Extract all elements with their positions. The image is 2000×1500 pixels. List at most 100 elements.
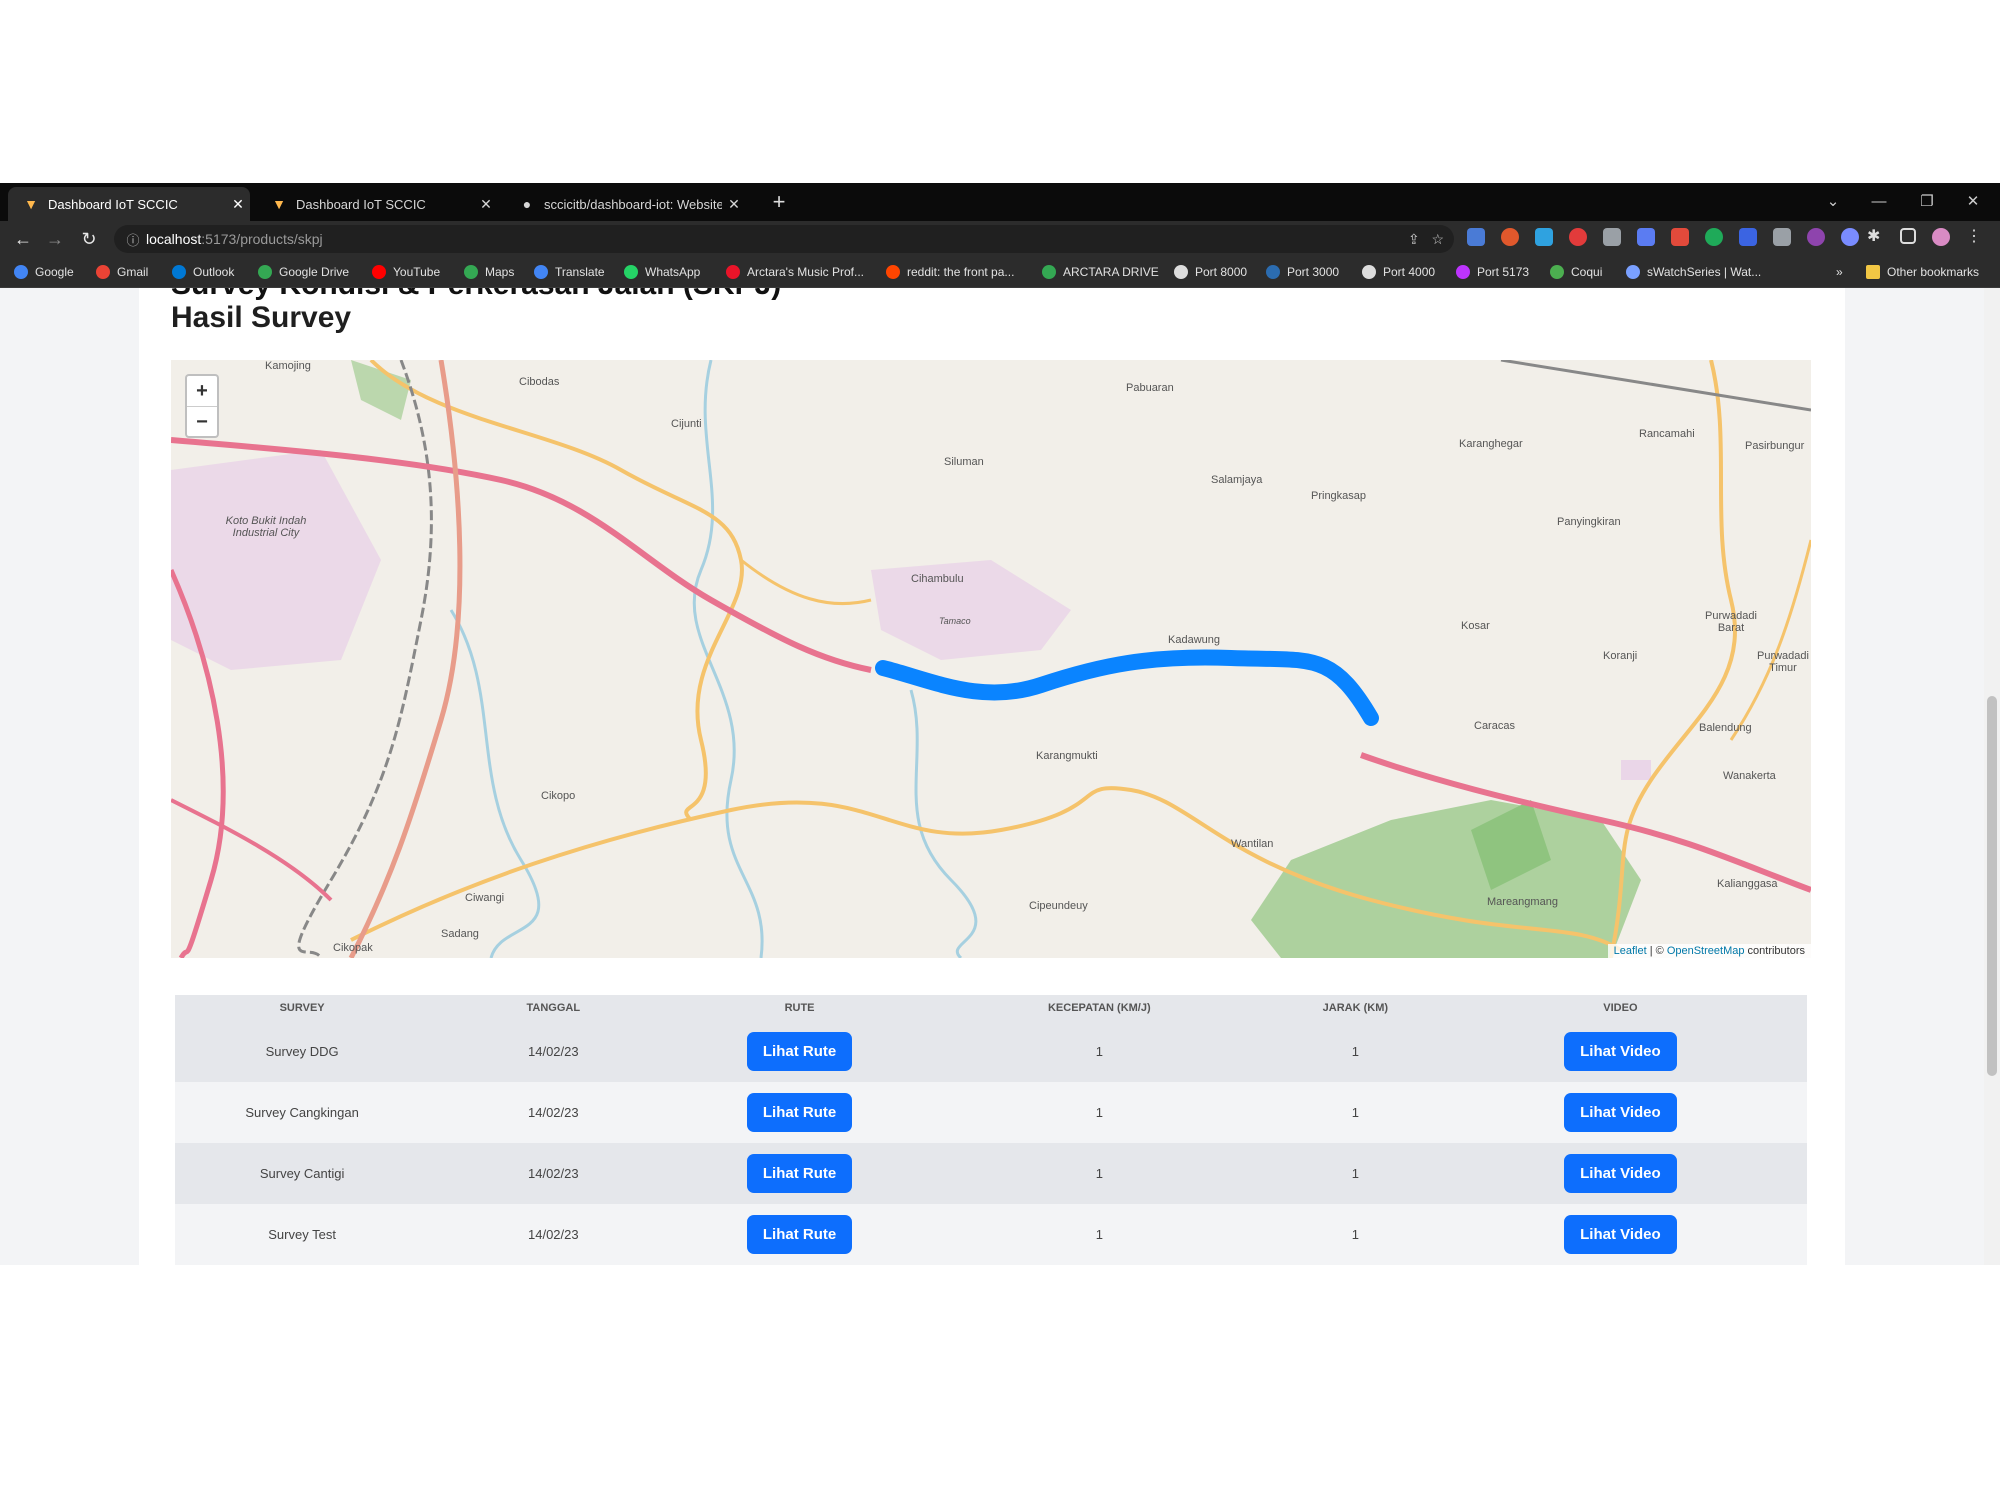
address-bar[interactable]: ⓘ localhost :5173/products/skpj ⇪ ☆ [114,225,1454,253]
tab-dashboard-2[interactable]: ▼ Dashboard IoT SCCIC ✕ [256,187,498,221]
lihat-rute-button[interactable]: Lihat Rute [746,1093,853,1132]
leaflet-link[interactable]: Leaflet [1614,945,1647,957]
google-drive-icon [1042,265,1056,279]
bookmark-google-drive[interactable]: Google Drive [258,262,349,282]
map-label: Panyingkiran [1557,516,1621,528]
extension-icon[interactable] [1671,228,1689,246]
music-icon [726,265,740,279]
cell-survey: Survey DDG [175,1021,430,1082]
column-header-jarak: Jarak (KM) [1276,995,1434,1021]
site-info-icon[interactable]: ⓘ [120,230,146,249]
coqui-icon [1550,265,1564,279]
cell-kecepatan: 1 [921,1143,1277,1204]
extension-icon[interactable] [1705,228,1723,246]
folder-icon [1866,265,1880,279]
cell-tanggal: 14/02/23 [429,1082,678,1143]
map-label: Wantilan [1231,838,1274,850]
map-label: Pabuaran [1126,382,1174,394]
lihat-rute-button[interactable]: Lihat Rute [746,1154,853,1193]
scrollbar-thumb[interactable] [1987,696,1997,1076]
tab-dashboard-1[interactable]: ▼ Dashboard IoT SCCIC ✕ [8,187,250,221]
bookmark-gmail[interactable]: Gmail [96,262,148,282]
globe-icon [1362,265,1376,279]
cell-video: Lihat Video [1433,1021,1807,1082]
zoom-in-button[interactable]: + [187,376,217,407]
lihat-video-button[interactable]: Lihat Video [1564,1093,1677,1132]
section-heading: Survey Kondisi & Perkerasan Jalan (SKPJ) [171,288,781,302]
share-and-star-icons[interactable]: ⇪ ☆ [1408,231,1444,248]
new-tab-button[interactable]: + [766,189,792,215]
window-close-icon[interactable]: ✕ [1958,189,1988,215]
extension-icon[interactable] [1807,228,1825,246]
map-label: Siluman [944,456,984,468]
extension-icon[interactable] [1637,228,1655,246]
bookmark-translate[interactable]: Translate [534,262,605,282]
bookmark-port-5173[interactable]: Port 5173 [1456,262,1529,282]
survey-table: Survey Tanggal Rute Kecepatan (KM/J) Jar… [175,995,1807,1265]
extension-icon[interactable] [1739,228,1757,246]
close-icon[interactable]: ✕ [722,196,746,213]
bookmark-label: reddit: the front pa... [907,265,1015,279]
menu-icon[interactable]: ⋮ [1966,226,1984,245]
map-label: Sadang [441,928,479,940]
bookmark-port-3000[interactable]: Port 3000 [1266,262,1339,282]
bookmark-arctara-drive[interactable]: ARCTARA DRIVE [1042,262,1159,282]
bookmark-google[interactable]: Google [14,262,74,282]
more-bookmarks-button[interactable]: » [1836,262,1843,282]
bookmark-reddit[interactable]: reddit: the front pa... [886,262,1014,282]
extension-icon[interactable] [1569,228,1587,246]
bookmark-coqui[interactable]: Coqui [1550,262,1602,282]
avatar[interactable] [1932,228,1950,246]
extension-icon[interactable] [1535,228,1553,246]
tab-search-icon[interactable]: ⌄ [1818,189,1848,215]
bookmark-youtube[interactable]: YouTube [372,262,440,282]
bookmark-label: YouTube [393,265,441,279]
side-panel-icon[interactable] [1900,228,1916,244]
puzzle-icon[interactable]: ✱ [1867,226,1885,245]
lihat-video-button[interactable]: Lihat Video [1564,1215,1677,1254]
tab-github[interactable]: ● sccicitb/dashboard-iot: Website ✕ [504,187,746,221]
bookmark-label: Port 4000 [1383,265,1436,279]
bookmark-label: Other bookmarks [1887,265,1980,279]
lihat-video-button[interactable]: Lihat Video [1564,1154,1677,1193]
route-map[interactable]: Kamojing Cibodas Cijunti Pabuaran Siluma… [171,360,1811,958]
extension-icon[interactable] [1603,228,1621,246]
reload-icon[interactable]: ↻ [76,226,102,252]
minimize-icon[interactable]: — [1864,189,1894,215]
openstreetmap-link[interactable]: OpenStreetMap [1667,945,1745,957]
extension-icon[interactable] [1467,228,1485,246]
zoom-out-button[interactable]: − [187,407,217,437]
map-label: Pasirbungur [1745,440,1805,452]
extension-icon[interactable] [1773,228,1791,246]
bookmark-outlook[interactable]: Outlook [172,262,234,282]
lihat-video-button[interactable]: Lihat Video [1564,1032,1677,1071]
map-label: Cikopo [541,790,576,802]
extension-icon[interactable] [1501,228,1519,246]
cell-kecepatan: 1 [921,1082,1277,1143]
tab-title: sccicitb/dashboard-iot: Website [544,196,722,212]
map-label: Kalianggasa [1717,878,1778,890]
bookmark-label: sWatchSeries | Wat... [1647,265,1762,279]
forward-arrow-icon[interactable]: → [42,226,68,252]
map-tiles [171,360,1811,958]
github-icon: ● [522,196,532,212]
restore-icon[interactable]: ❐ [1912,189,1942,215]
bookmark-maps[interactable]: Maps [464,262,514,282]
map-label: Rancamahi [1639,428,1695,440]
bookmark-port-4000[interactable]: Port 4000 [1362,262,1435,282]
bookmark-swatchseries[interactable]: sWatchSeries | Wat... [1626,262,1761,282]
close-icon[interactable]: ✕ [226,196,250,213]
close-icon[interactable]: ✕ [474,196,498,213]
bookmark-port-8000[interactable]: Port 8000 [1174,262,1247,282]
back-arrow-icon[interactable]: ← [10,226,36,252]
extension-icon[interactable] [1841,228,1859,246]
cell-jarak: 1 [1276,1082,1434,1143]
other-bookmarks[interactable]: Other bookmarks [1866,262,1979,282]
bookmark-music[interactable]: Arctara's Music Prof... [726,262,864,282]
lihat-rute-button[interactable]: Lihat Rute [746,1032,853,1071]
cell-kecepatan: 1 [921,1204,1277,1265]
lihat-rute-button[interactable]: Lihat Rute [746,1215,853,1254]
table-row: Survey Cangkingan 14/02/23 Lihat Rute 1 … [175,1082,1807,1143]
page-scrollbar[interactable] [1984,288,2000,1265]
bookmark-whatsapp[interactable]: WhatsApp [624,262,700,282]
